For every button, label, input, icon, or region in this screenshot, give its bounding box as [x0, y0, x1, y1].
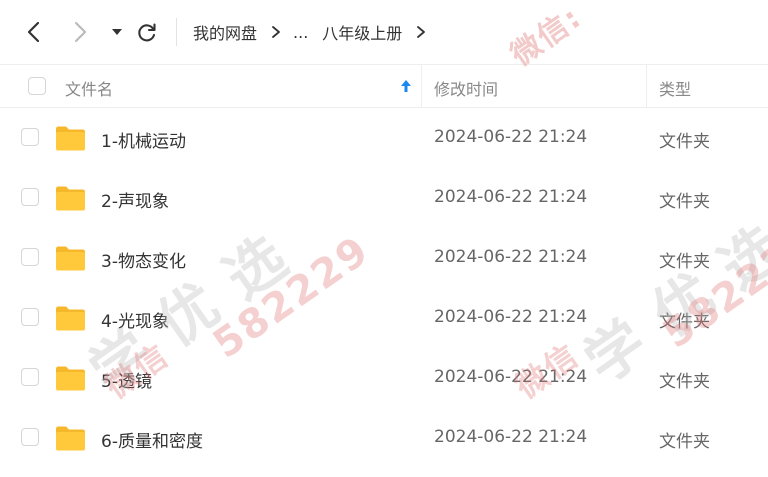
file-type: 文件夹 — [659, 132, 710, 152]
file-name[interactable]: 3-物态变化 — [101, 247, 186, 272]
file-modified-time: 2024-06-22 21:24 — [434, 307, 588, 327]
file-type: 文件夹 — [659, 252, 710, 272]
file-modified-time: 2024-06-22 21:24 — [434, 127, 588, 147]
refresh-button[interactable] — [133, 18, 161, 46]
file-row[interactable]: 1-机械运动 2024-06-22 21:24 文件夹 — [0, 109, 768, 169]
file-row[interactable]: 2-声现象 2024-06-22 21:24 文件夹 — [0, 169, 768, 229]
chevron-right-icon — [74, 21, 87, 43]
folder-icon — [56, 186, 85, 211]
caret-down-icon — [112, 29, 122, 35]
history-dropdown-button[interactable] — [103, 18, 131, 46]
row-checkbox[interactable] — [21, 368, 39, 386]
toolbar-divider — [176, 18, 177, 46]
column-header-name[interactable]: 文件名 — [65, 76, 113, 100]
file-name[interactable]: 5-透镜 — [101, 367, 152, 392]
file-row[interactable]: 4-光现象 2024-06-22 21:24 文件夹 — [0, 289, 768, 349]
toolbar: 我的网盘 ... 八年级上册 — [0, 0, 768, 64]
refresh-icon — [138, 23, 156, 42]
forward-button[interactable] — [66, 18, 94, 46]
file-name[interactable]: 6-质量和密度 — [101, 427, 203, 452]
row-checkbox[interactable] — [21, 248, 39, 266]
file-type: 文件夹 — [659, 192, 710, 212]
breadcrumb-item-ellipsis[interactable]: ... — [293, 23, 308, 42]
file-row[interactable]: 6-质量和密度 2024-06-22 21:24 文件夹 — [0, 409, 768, 469]
row-checkbox[interactable] — [21, 128, 39, 146]
breadcrumb-item-root[interactable]: 我的网盘 — [193, 20, 257, 44]
file-name[interactable]: 2-声现象 — [101, 187, 169, 212]
chevron-left-icon — [27, 21, 40, 43]
column-header-modified[interactable]: 修改时间 — [434, 76, 498, 100]
file-modified-time: 2024-06-22 21:24 — [434, 187, 588, 207]
file-type: 文件夹 — [659, 372, 710, 392]
back-button[interactable] — [20, 18, 48, 46]
column-divider[interactable] — [421, 65, 422, 107]
select-all-checkbox[interactable] — [28, 77, 46, 95]
folder-icon — [56, 426, 85, 451]
folder-icon — [56, 306, 85, 331]
file-name[interactable]: 4-光现象 — [101, 307, 169, 332]
column-divider[interactable] — [646, 65, 647, 107]
row-checkbox[interactable] — [21, 428, 39, 446]
file-modified-time: 2024-06-22 21:24 — [434, 427, 588, 447]
file-manager-window: 我的网盘 ... 八年级上册 文件名 修改时间 类型 1-机械运动 2024-06… — [0, 0, 768, 477]
breadcrumb: 我的网盘 ... 八年级上册 — [193, 20, 438, 44]
chevron-right-icon[interactable] — [414, 25, 428, 39]
file-list-header: 文件名 修改时间 类型 — [0, 64, 768, 108]
file-modified-time: 2024-06-22 21:24 — [434, 367, 588, 387]
column-header-type[interactable]: 类型 — [659, 76, 691, 100]
file-row[interactable]: 3-物态变化 2024-06-22 21:24 文件夹 — [0, 229, 768, 289]
file-type: 文件夹 — [659, 312, 710, 332]
file-name[interactable]: 1-机械运动 — [101, 127, 186, 152]
folder-icon — [56, 126, 85, 151]
folder-icon — [56, 246, 85, 271]
file-row[interactable]: 5-透镜 2024-06-22 21:24 文件夹 — [0, 349, 768, 409]
sort-ascending-icon[interactable] — [400, 78, 412, 94]
chevron-right-icon — [269, 25, 283, 39]
folder-icon — [56, 366, 85, 391]
file-modified-time: 2024-06-22 21:24 — [434, 247, 588, 267]
file-type: 文件夹 — [659, 432, 710, 452]
breadcrumb-item-current[interactable]: 八年级上册 — [322, 20, 402, 44]
row-checkbox[interactable] — [21, 188, 39, 206]
row-checkbox[interactable] — [21, 308, 39, 326]
